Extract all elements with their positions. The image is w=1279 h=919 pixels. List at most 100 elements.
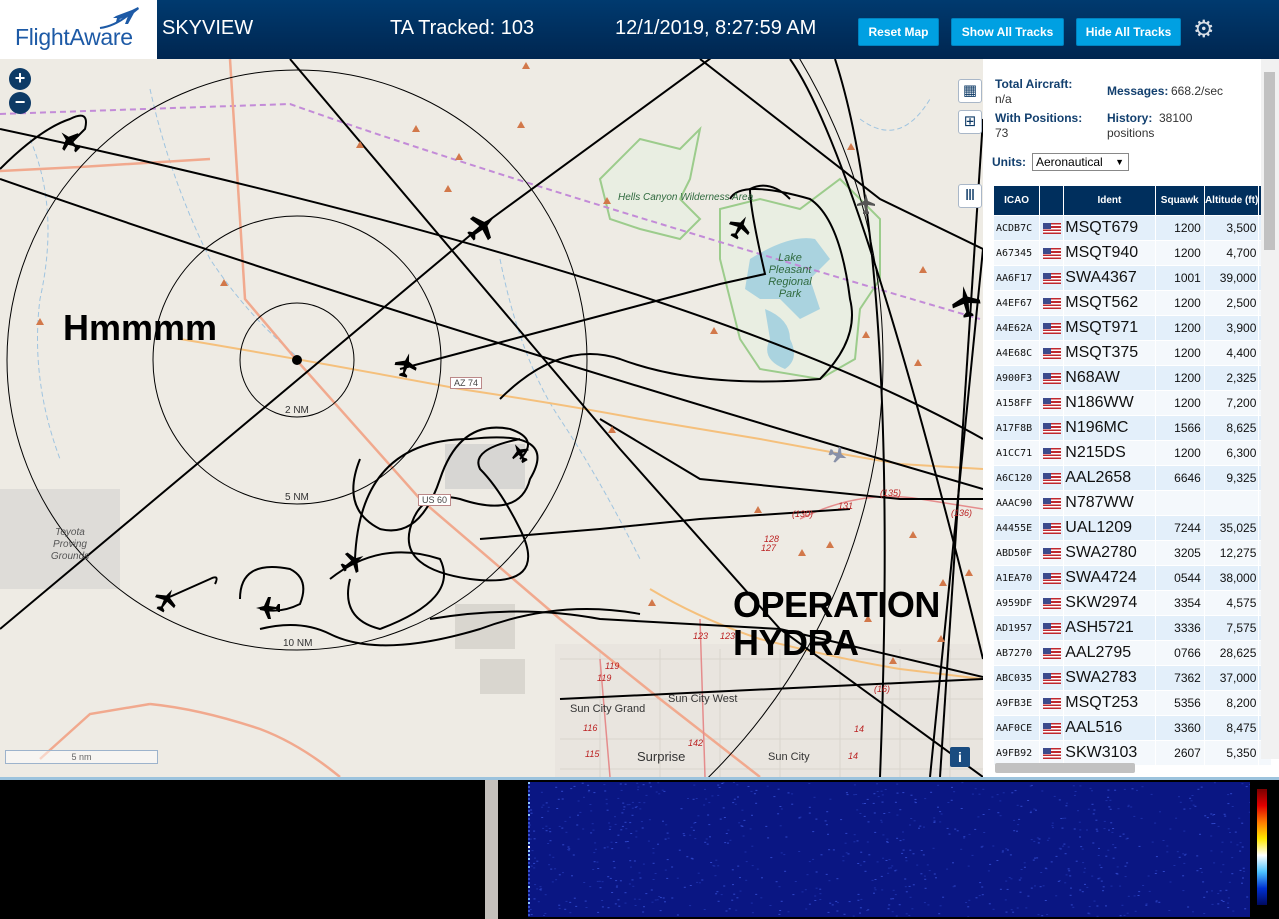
peak-marker xyxy=(36,318,44,325)
hide-all-tracks-button[interactable]: Hide All Tracks xyxy=(1076,18,1181,46)
flag-cell xyxy=(1039,690,1065,716)
flag-cell xyxy=(1039,290,1065,316)
table-row[interactable]: AB7270AAL2795076628,625▲ xyxy=(992,640,1272,666)
table-row[interactable]: A67345 MSQT940 1200 4,700 xyxy=(992,240,1272,266)
altitude-cell: 6,300 xyxy=(1203,440,1260,466)
icao-cell: A9FB92 xyxy=(992,740,1041,766)
table-row[interactable]: A4E68CMSQT37512004,400▼ xyxy=(992,340,1272,366)
peak-marker xyxy=(444,185,452,192)
aircraft-table: ICAO Ident Squawk Altitude (ft) ACDB7C MS… xyxy=(992,185,1272,766)
aircraft-icon[interactable] xyxy=(150,584,181,616)
ident-cell: SWA2780 xyxy=(1063,540,1156,566)
ident-cell: ASH5721 xyxy=(1063,615,1156,641)
table-row[interactable]: A1CC71 N215DS 1200 6,300 xyxy=(992,440,1272,466)
app-title: SKYVIEW xyxy=(162,17,254,39)
place-label-sun-city-west: Sun City West xyxy=(668,693,738,705)
column-header-altitude[interactable]: Altitude (ft) xyxy=(1203,185,1260,216)
us-flag-icon xyxy=(1042,448,1061,460)
place-label-sun-city-grand: Sun City Grand xyxy=(570,703,646,715)
aircraft-icon[interactable] xyxy=(256,597,280,619)
ident-cell: AAL516 xyxy=(1063,715,1156,741)
road-number: (130) xyxy=(792,509,814,519)
squawk-cell: 3205 xyxy=(1154,540,1205,566)
place-label-sun-city: Sun City xyxy=(768,751,810,763)
table-row[interactable]: AAAC90 N787WW xyxy=(992,490,1272,516)
table-row[interactable]: A158FFN186WW12007,200▲ xyxy=(992,390,1272,416)
column-header-squawk[interactable]: Squawk xyxy=(1154,185,1205,216)
icao-cell: A9FB3E xyxy=(992,690,1041,716)
map-layer xyxy=(0,59,983,777)
map-canvas[interactable]: Hells Canyon Wilderness Area Lake Pleasa… xyxy=(0,59,983,777)
table-row[interactable]: A9FB3E MSQT253 5356 8,200 xyxy=(992,690,1272,716)
ident-cell: MSQT562 xyxy=(1063,290,1156,316)
zoom-out-button[interactable]: − xyxy=(9,92,31,114)
flag-cell xyxy=(1039,465,1065,491)
column-header-flag[interactable] xyxy=(1039,185,1065,216)
table-row[interactable]: ACDB7CMSQT67912003,500▼ xyxy=(992,215,1272,241)
peak-marker xyxy=(608,426,616,433)
sidebar-scroll-thumb[interactable] xyxy=(1264,72,1275,250)
squawk-cell: 1200 xyxy=(1154,340,1205,366)
squawk-cell: 1200 xyxy=(1154,240,1205,266)
table-row[interactable]: AA6F17 SWA4367 1001 39,000 xyxy=(992,265,1272,291)
table-row[interactable]: AD1957ASH572133367,575▼ xyxy=(992,615,1272,641)
road-number: 14 xyxy=(848,751,859,761)
peak-marker xyxy=(356,141,364,148)
table-row[interactable]: ABD50FSWA2780320512,275▼ xyxy=(992,540,1272,566)
column-header-ident[interactable]: Ident xyxy=(1063,185,1156,216)
squawk-cell: 1001 xyxy=(1154,265,1205,291)
us-flag-icon xyxy=(1042,598,1061,610)
clock: 12/1/2019, 8:27:59 AM xyxy=(615,17,817,39)
panel-splitter[interactable] xyxy=(485,780,498,919)
columns-icon[interactable]: Ⅲ xyxy=(958,184,982,208)
icao-cell: A17F8B xyxy=(992,415,1041,441)
reset-map-button[interactable]: Reset Map xyxy=(858,18,939,46)
urban-patch xyxy=(480,659,525,694)
icao-cell: AD1957 xyxy=(992,615,1041,641)
history-value: 38100 xyxy=(1159,111,1193,125)
table-row[interactable]: AAF0CEAAL51633608,475▼ xyxy=(992,715,1272,741)
aircraft-icon[interactable] xyxy=(337,546,369,577)
table-row[interactable]: A4EF67 MSQT562 1200 2,500 xyxy=(992,290,1272,316)
aircraft-icon[interactable] xyxy=(462,206,504,247)
place-label-lake-pleasant: Lake Pleasant Regional Park xyxy=(768,252,812,300)
us-flag-icon xyxy=(1042,273,1061,285)
column-header-icao[interactable]: ICAO xyxy=(992,185,1041,216)
grid-icon[interactable]: ⊞ xyxy=(958,110,982,134)
icao-cell: A4E62A xyxy=(992,315,1041,341)
table-row[interactable]: A4455E UAL1209 7244 35,025 xyxy=(992,515,1272,541)
gear-icon[interactable]: ⚙ xyxy=(1193,15,1215,44)
table-row[interactable]: A17F8BN196MC15668,625▲ xyxy=(992,415,1272,441)
ident-cell: MSQT253 xyxy=(1063,690,1156,716)
icao-cell: AAAC90 xyxy=(992,490,1041,516)
info-icon[interactable]: i xyxy=(950,747,970,767)
peak-marker xyxy=(455,153,463,160)
squawk-cell: 1200 xyxy=(1154,390,1205,416)
flag-cell xyxy=(1039,265,1065,291)
altitude-cell: 7,200 xyxy=(1203,390,1260,416)
squawk-cell: 0544 xyxy=(1154,565,1205,591)
ident-cell: UAL1209 xyxy=(1063,515,1156,541)
waterfall-display xyxy=(528,782,1250,917)
show-all-tracks-button[interactable]: Show All Tracks xyxy=(951,18,1064,46)
altitude-cell: 28,625 xyxy=(1203,640,1260,666)
table-row[interactable]: A4E62AMSQT97112003,900▲ xyxy=(992,315,1272,341)
table-row[interactable]: A900F3N68AW12002,325▼ xyxy=(992,365,1272,391)
aircraft-table-body: ACDB7CMSQT67912003,500▼A67345MSQT9401200… xyxy=(992,215,1272,766)
sidebar-horizontal-scroll-thumb[interactable] xyxy=(995,763,1135,773)
altitude-cell: 8,475 xyxy=(1203,715,1260,741)
squawk-cell: 3336 xyxy=(1154,615,1205,641)
ident-cell: N186WW xyxy=(1063,390,1156,416)
table-row[interactable]: A6C120AAL265866469,325▼ xyxy=(992,465,1272,491)
units-select[interactable]: Aeronautical ▼ xyxy=(1032,153,1129,171)
flightaware-logo[interactable]: FlightAware xyxy=(0,0,157,59)
table-row[interactable]: ABC035 SWA2783 7362 37,000 xyxy=(992,665,1272,691)
map-layers-icon[interactable]: ▦ xyxy=(958,79,982,103)
us-flag-icon xyxy=(1042,323,1061,335)
table-row[interactable]: A1EA70 SWA4724 0544 38,000 xyxy=(992,565,1272,591)
zoom-in-button[interactable]: + xyxy=(9,68,31,90)
table-row[interactable]: A9FB92SKW310326075,350▼ xyxy=(992,740,1272,766)
ident-cell: MSQT940 xyxy=(1063,240,1156,266)
icao-cell: A4EF67 xyxy=(992,290,1041,316)
table-row[interactable]: A959DFSKW297433544,575▼ xyxy=(992,590,1272,616)
